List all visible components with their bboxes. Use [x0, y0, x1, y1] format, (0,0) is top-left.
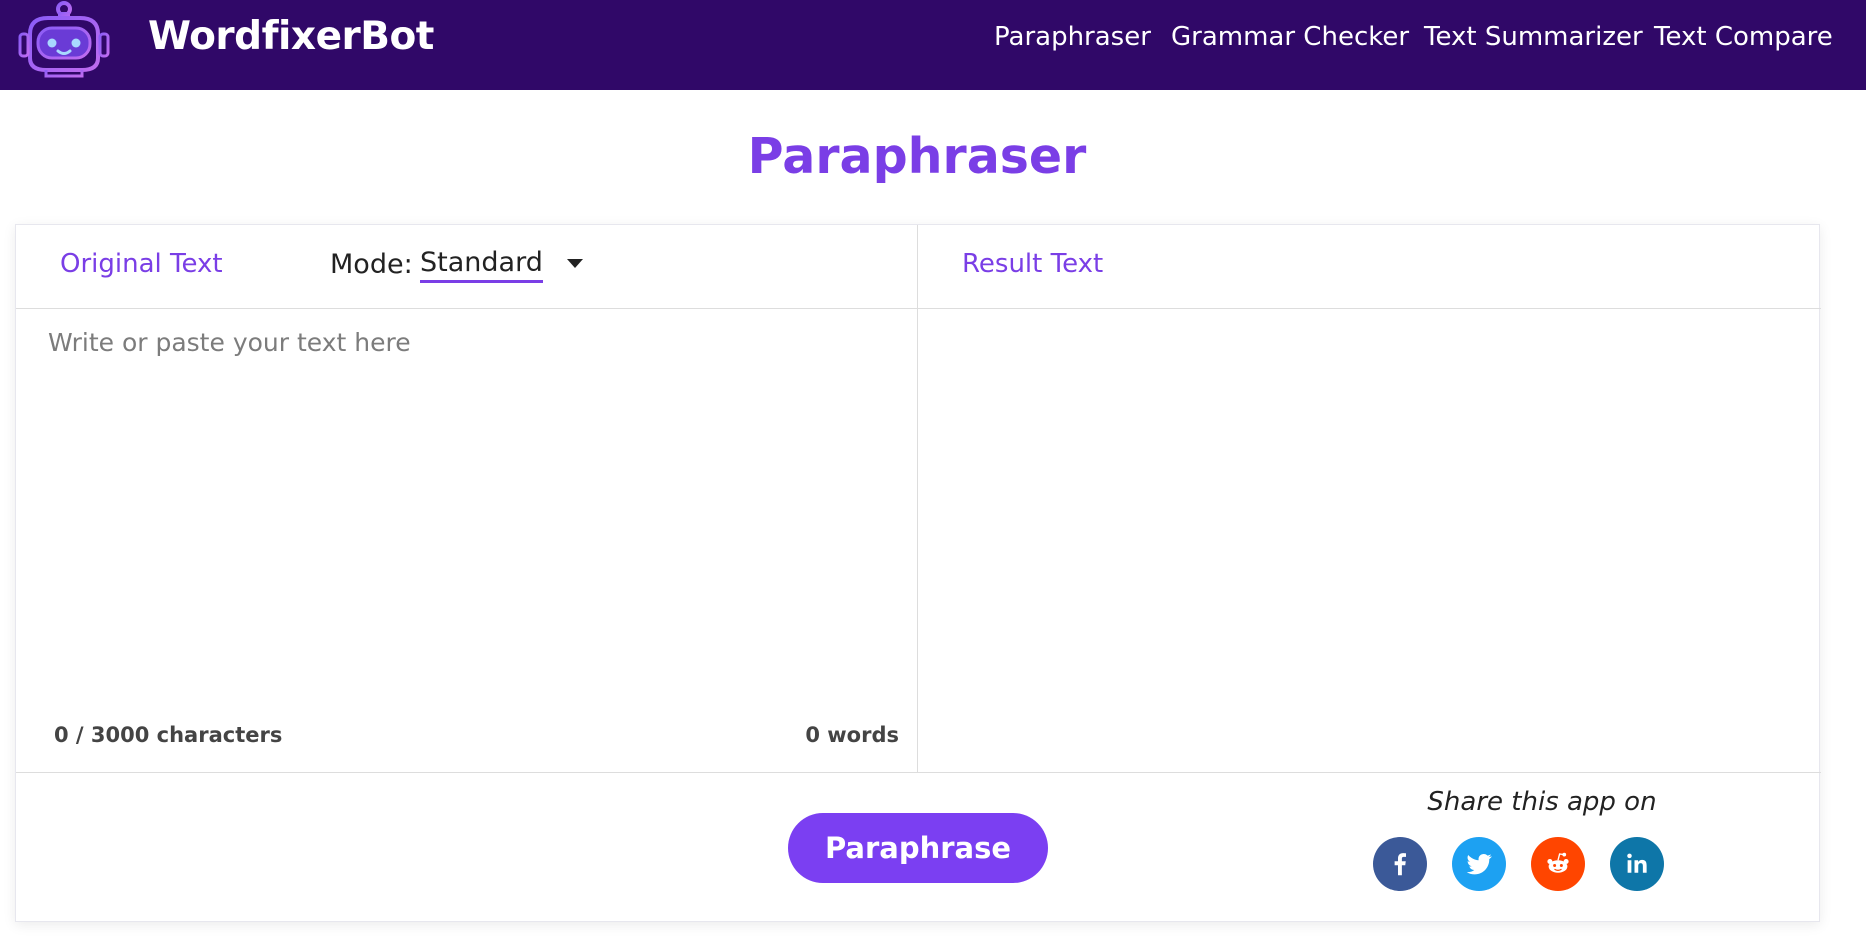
original-text-label: Original Text	[60, 249, 223, 279]
robot-icon[interactable]	[16, 0, 128, 82]
header-divider	[16, 308, 1821, 309]
paraphrase-button[interactable]: Paraphrase	[788, 813, 1048, 883]
paraphraser-card: Original Text Mode: Standard Result Text…	[15, 224, 1821, 922]
nav-text-summarizer[interactable]: Text Summarizer	[1424, 22, 1643, 52]
nav-paraphraser[interactable]: Paraphraser	[994, 22, 1151, 52]
brand-name[interactable]: WordfixerBot	[148, 14, 434, 59]
result-text-area	[919, 310, 1819, 770]
nav-grammar-checker[interactable]: Grammar Checker	[1171, 22, 1409, 52]
linkedin-icon[interactable]	[1610, 837, 1664, 891]
page-title: Paraphraser	[747, 128, 1087, 185]
caret-down-icon[interactable]	[566, 259, 583, 268]
top-navigation-bar: WordfixerBot Paraphraser Grammar Checker…	[0, 0, 1866, 90]
share-label: Share this app on	[1427, 787, 1657, 817]
footer-divider	[16, 772, 1821, 773]
character-counter: 0 / 3000 characters	[54, 723, 283, 747]
word-counter: 0 words	[805, 723, 899, 747]
facebook-icon[interactable]	[1373, 837, 1427, 891]
twitter-icon[interactable]	[1452, 837, 1506, 891]
original-text-input[interactable]	[32, 325, 902, 685]
mode-label: Mode:	[330, 249, 413, 280]
pane-divider	[917, 225, 918, 773]
result-text-label: Result Text	[962, 249, 1104, 279]
reddit-icon[interactable]	[1531, 837, 1585, 891]
nav-text-compare[interactable]: Text Compare	[1654, 22, 1833, 52]
mode-selected-value[interactable]: Standard	[420, 247, 543, 283]
mode-dropdown[interactable]: Standard	[420, 247, 583, 289]
